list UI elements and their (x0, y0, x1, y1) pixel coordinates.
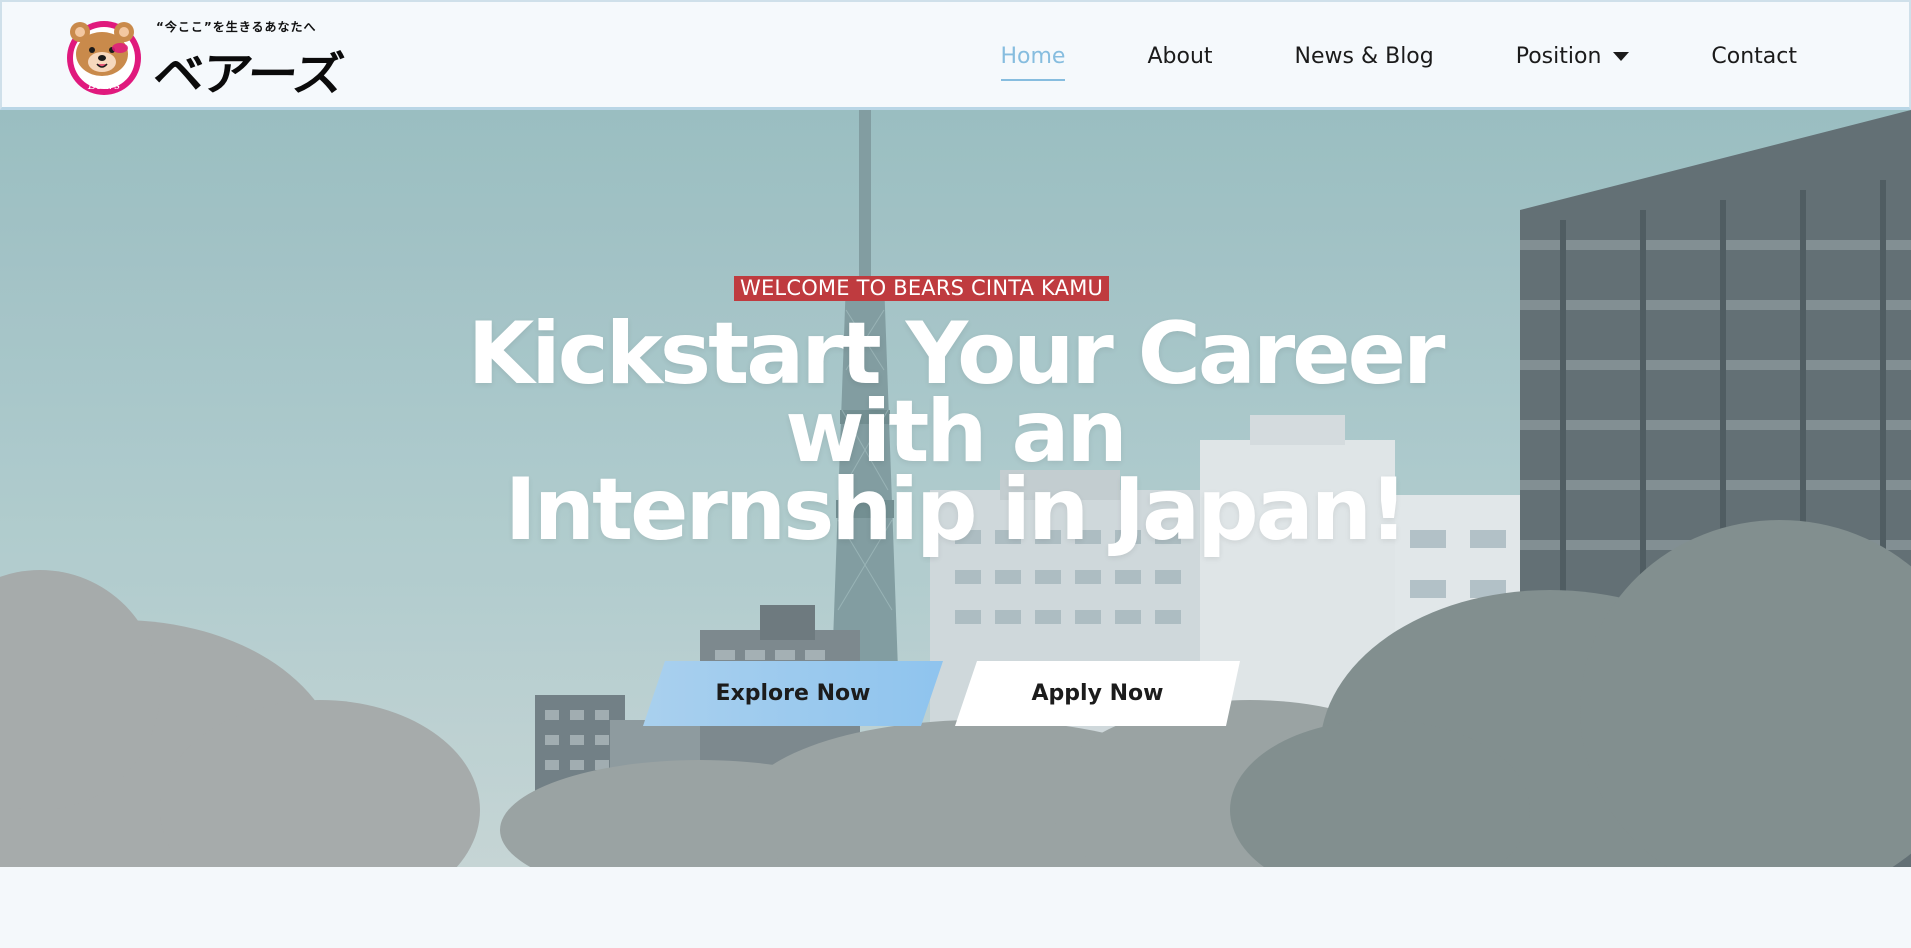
below-hero-area (0, 867, 1911, 948)
logo-mark-text: Bears (87, 79, 120, 92)
nav-contact-label: Contact (1711, 43, 1797, 69)
nav-position-label: Position (1515, 43, 1602, 69)
nav-about-label: About (1147, 43, 1213, 69)
hero-title: Kickstart Your Career with an Internship… (355, 311, 1555, 560)
hero-title-line-3: Internship in Japan! (504, 460, 1408, 560)
bear-logo-icon: Bears (67, 21, 141, 95)
site-header: Bears “今ここ”を生きるあなたへ ベアーズ Home About News… (0, 0, 1911, 110)
apply-now-label: Apply Now (1031, 681, 1164, 706)
nav-news-blog-label: News & Blog (1294, 43, 1434, 69)
hero-content: WELCOME TO BEARS CINTA KAMU Kickstart Yo… (0, 110, 1911, 867)
brand-tagline: “今ここ”を生きるあなたへ (156, 20, 317, 34)
nav-about[interactable]: About (1147, 44, 1212, 69)
hero-section: WELCOME TO BEARS CINTA KAMU Kickstart Yo… (0, 110, 1911, 867)
brand-logo[interactable]: Bears “今ここ”を生きるあなたへ ベアーズ (64, 16, 364, 101)
nav-position-dropdown[interactable]: Position (1516, 44, 1630, 69)
apply-now-button[interactable]: Apply Now (955, 661, 1240, 726)
nav-contact[interactable]: Contact (1711, 44, 1797, 69)
nav-home[interactable]: Home (1000, 43, 1066, 81)
caret-down-icon (1613, 51, 1630, 61)
welcome-badge: WELCOME TO BEARS CINTA KAMU (734, 276, 1110, 301)
main-nav: Home About News & Blog Position Contact (1000, 2, 1797, 110)
explore-now-label: Explore Now (715, 681, 871, 706)
nav-home-label: Home (1000, 43, 1066, 69)
brand-wordmark: ベアーズ (150, 47, 345, 101)
nav-news-blog[interactable]: News & Blog (1295, 44, 1434, 69)
explore-now-button[interactable]: Explore Now (643, 661, 943, 726)
